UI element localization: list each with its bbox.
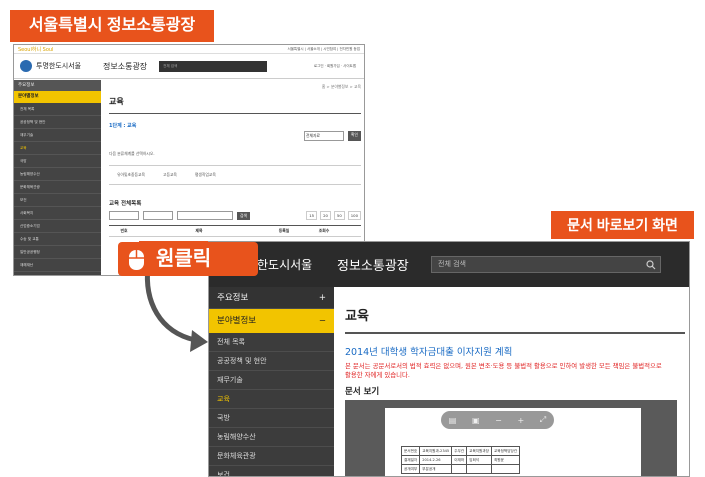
category-link[interactable]: 유아및초중등교육	[117, 172, 145, 178]
sidebar-item[interactable]: 교육	[209, 390, 334, 409]
fit-icon[interactable]: ⤢	[540, 415, 546, 425]
seoul-logo: Seoul하니 Soul	[18, 46, 54, 53]
page-size-option[interactable]: 15	[306, 211, 318, 220]
site-name-tag: 서울특별시 정보소통광장	[10, 10, 214, 42]
top-bar: Seoul하니 Soul 서울특별시 | 서울소개 | 시민참여 | 전자민원 …	[14, 45, 364, 54]
sidebar-item[interactable]: 산업중소기업	[14, 220, 101, 233]
sidebar-item[interactable]: 농림해양수산	[14, 168, 101, 181]
view-label: 문서 보기	[345, 387, 380, 397]
column-header: 등록일	[278, 228, 290, 233]
search-input[interactable]: 전체 검색	[431, 256, 661, 273]
sidebar-item[interactable]: 공공정책 및 현안	[14, 116, 101, 129]
list-title: 교육 전체목록	[109, 201, 142, 207]
zoom-icon[interactable]: +	[517, 416, 524, 425]
site-logo[interactable]: 투명한도시서울	[14, 60, 99, 72]
sidebar-item[interactable]: 재무기술	[14, 129, 101, 142]
sidebar-category[interactable]: 분야별정보 −	[209, 309, 334, 333]
category-link[interactable]: 고등교육	[163, 172, 177, 178]
document-title: 2014년 대학생 학자금대출 이자지원 계획	[345, 347, 513, 358]
legal-notice: 본 문서는 공문서로서의 법적 효력은 없으며, 원본 변조·도용 등 불법적 …	[345, 362, 662, 379]
breadcrumb: 홈 > 분야별정보 > 교육	[321, 84, 361, 89]
sidebar-item[interactable]: 문화체육관광	[209, 447, 334, 466]
mouse-icon	[129, 250, 144, 270]
top-links[interactable]: 서울특별시 | 서울소개 | 시민참여 | 전자민원 등업	[287, 47, 360, 52]
main-content: 교육 2014년 대학생 학자금대출 이자지원 계획 본 문서는 공문서로서의 …	[345, 287, 685, 476]
document-table: 문서번호 교육지원과-2345 주무관 교육지원과장 교육정책담당관 결재일자 2014.…	[400, 446, 521, 474]
sidebar: 주요정보 분야별정보 전체 목록 공공정책 및 현안 재무기술 교육 국방 농림해양수산 문…	[14, 80, 101, 275]
sidebar-item[interactable]: 농림해양수산	[209, 428, 334, 447]
sidebar-item[interactable]: 국방	[14, 155, 101, 168]
sidebar-main[interactable]: 주요정보	[14, 80, 101, 91]
search-button[interactable]: 검색	[237, 211, 250, 220]
header-links[interactable]: 로그인 · 회원가입 · 사이트맵	[314, 64, 356, 69]
search-icon[interactable]	[646, 260, 656, 270]
viewer-toolbar: ▤ ▣ − + ⤢	[441, 411, 554, 429]
sidebar: 주요정보 + 분야별정보 − 전체 목록 공공정책 및 현안 재무기술 교육 국방 농림해양수…	[209, 287, 334, 476]
sidebar-category[interactable]: 분야별정보	[14, 91, 101, 103]
page-size-option[interactable]: 20	[320, 211, 331, 220]
logo-icon	[20, 60, 32, 72]
document-viewer-screenshot: 한도시서울 정보소통광장 전체 검색 주요정보 + 분야별정보 − 전체 목록 공공정…	[208, 241, 690, 477]
save-icon[interactable]: ▣	[472, 416, 480, 425]
header: 투명한도시서울 정보소통광장 전체 검색 로그인 · 회원가입 · 사이트맵	[14, 54, 364, 79]
portal-title[interactable]: 정보소통광장	[103, 61, 147, 72]
plus-icon: +	[318, 293, 326, 303]
sidebar-item[interactable]: 보건	[209, 466, 334, 476]
sidebar-item[interactable]: 공공정책 및 현안	[209, 352, 334, 371]
sidebar-item[interactable]: 수송 및 교통	[14, 233, 101, 246]
site-name[interactable]: 한도시서울	[257, 256, 335, 273]
sidebar-item[interactable]: 전체 목록	[209, 333, 334, 352]
zoom-out-icon[interactable]: −	[495, 416, 502, 425]
print-icon[interactable]: ▤	[449, 416, 457, 425]
portal-title[interactable]: 정보소통광장	[337, 255, 419, 274]
column-header: 조회수	[318, 228, 330, 233]
viewer-tag: 문서 바로보기 화면	[551, 211, 694, 239]
column-header: 번호	[120, 228, 128, 233]
sidebar-item[interactable]: 교육	[14, 142, 101, 155]
sidebar-item[interactable]: 전체 목록	[14, 103, 101, 116]
sidebar-item[interactable]: 보건	[14, 194, 101, 207]
sidebar-item[interactable]: 사회복지	[14, 207, 101, 220]
sidebar-item[interactable]: 일반공공행정	[14, 246, 101, 259]
filter-select[interactable]: 전체자료	[304, 131, 344, 141]
step-label: 1단계 : 교육	[109, 123, 137, 129]
search-input[interactable]: 전체 검색	[159, 60, 268, 72]
category-link[interactable]: 평생직업교육	[195, 172, 216, 178]
sidebar-item[interactable]: 재해재난	[14, 259, 101, 272]
date-from-field[interactable]	[109, 211, 139, 220]
filter-button[interactable]: 확인	[348, 131, 361, 141]
sidebar-item[interactable]: 재무기술	[209, 371, 334, 390]
sidebar-main[interactable]: 주요정보 +	[209, 287, 334, 309]
sidebar-item[interactable]: 문화체육관광	[14, 181, 101, 194]
page-size-option[interactable]: 100	[347, 211, 361, 220]
page-size-option[interactable]: 50	[333, 211, 345, 220]
page-title: 교육	[109, 96, 361, 114]
document-preview[interactable]: ▤ ▣ − + ⤢ 문서번호 교육지원과-2345 주무관 교육지원과장 교육정책담당관…	[345, 400, 677, 476]
header: 한도시서울 정보소통광장 전체 검색	[209, 242, 689, 287]
column-header: 제목	[195, 228, 203, 233]
minus-icon: −	[318, 316, 326, 326]
keyword-field[interactable]	[177, 211, 233, 220]
category-desc: 다음 분류체계를 선택하시오.	[109, 151, 155, 156]
site-name: 투명한도시서울	[36, 62, 82, 70]
sidebar-item[interactable]: 국방	[209, 409, 334, 428]
page-title: 교육	[345, 305, 685, 334]
date-to-field[interactable]	[143, 211, 173, 220]
